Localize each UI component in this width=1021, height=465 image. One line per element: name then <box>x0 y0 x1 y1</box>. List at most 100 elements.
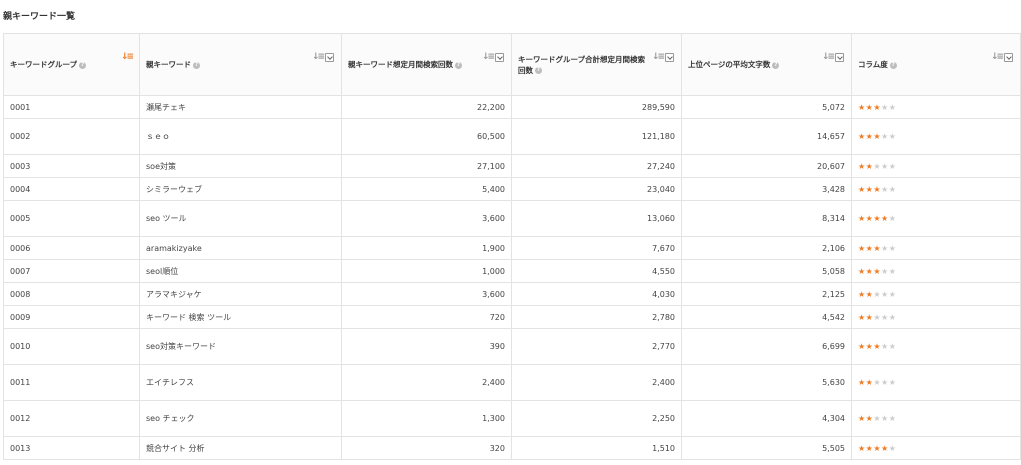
star-rating: ★★★★★ <box>858 162 896 171</box>
keyword-cell: soe対策 <box>139 154 342 178</box>
star-filled-icon: ★ <box>858 312 866 322</box>
table-row[interactable]: 0006 aramakizyake 1,900 7,670 2,106 ★★★★★ <box>3 236 1021 260</box>
group-cell: 0010 <box>3 328 140 365</box>
help-icon[interactable]: ? <box>772 61 780 69</box>
help-icon[interactable]: ? <box>535 67 542 74</box>
table-body: 0001 瀬尾チェキ 22,200 289,590 5,072 ★★★★★ 0002 ｓｅｏ 6… <box>3 95 1021 460</box>
column-header-label: 上位ページの平均文字数 <box>688 60 771 69</box>
avg-chars-cell: 8,314 <box>681 200 852 237</box>
sort-icon[interactable]: ↓≡ <box>652 53 665 62</box>
sort-icon[interactable]: ↓≡ <box>822 53 835 62</box>
group-cell: 0001 <box>3 95 140 119</box>
filter-dropdown-icon[interactable] <box>495 53 504 62</box>
table-row[interactable]: 0009 キーワード 検索 ツール 720 2,780 4,542 ★★★★★ <box>3 305 1021 329</box>
column-score-cell: ★★★★★ <box>851 259 1021 283</box>
table-row[interactable]: 0007 seol順位 1,000 4,550 5,058 ★★★★★ <box>3 259 1021 283</box>
group-cell: 0009 <box>3 305 140 329</box>
star-filled-icon: ★ <box>858 289 866 299</box>
filter-dropdown-icon[interactable] <box>325 53 334 62</box>
avg-chars-cell: 14,657 <box>681 118 852 155</box>
volume-cell: 2,400 <box>341 364 512 401</box>
group-volume-cell: 23,040 <box>511 177 682 201</box>
filter-dropdown-icon[interactable] <box>665 53 674 62</box>
volume-cell: 5,400 <box>341 177 512 201</box>
column-score-cell: ★★★★★ <box>851 305 1021 329</box>
volume-cell: 3,600 <box>341 282 512 306</box>
column-header-keyword[interactable]: 親キーワード? ↓≡ <box>139 33 342 96</box>
column-header-volume[interactable]: 親キーワード想定月間検索回数? ↓≡ <box>341 33 512 96</box>
avg-chars-cell: 6,699 <box>681 328 852 365</box>
sort-icon[interactable]: ↓≡ <box>482 53 495 62</box>
group-volume-cell: 7,670 <box>511 236 682 260</box>
keyword-cell: アラマキジャケ <box>139 282 342 306</box>
table-row[interactable]: 0011 エイチレフス 2,400 2,400 5,630 ★★★★★ <box>3 364 1021 401</box>
star-empty-icon: ★ <box>873 378 882 387</box>
star-rating: ★★★★★ <box>858 185 896 194</box>
star-empty-icon: ★ <box>888 378 897 387</box>
table-row[interactable]: 0012 seo チェック 1,300 2,250 4,304 ★★★★★ <box>3 400 1021 437</box>
star-rating: ★★★★★ <box>858 414 896 423</box>
column-header-label: キーワードグループ <box>10 60 78 69</box>
group-cell: 0008 <box>3 282 140 306</box>
avg-chars-cell: 4,542 <box>681 305 852 329</box>
keyword-cell: seol順位 <box>139 259 342 283</box>
sort-icon[interactable]: ↓≡ <box>991 53 1004 62</box>
star-empty-icon: ★ <box>873 414 882 423</box>
column-score-cell: ★★★★★ <box>851 118 1021 155</box>
column-score-cell: ★★★★★ <box>851 177 1021 201</box>
group-cell: 0012 <box>3 400 140 437</box>
column-header-group[interactable]: キーワードグループ? ↓≡ <box>3 33 140 96</box>
star-rating: ★★★★★ <box>858 267 896 276</box>
keyword-cell: aramakizyake <box>139 236 342 260</box>
star-empty-icon: ★ <box>888 184 897 194</box>
table-row[interactable]: 0002 ｓｅｏ 60,500 121,180 14,657 ★★★★★ <box>3 118 1021 155</box>
keyword-cell: seo チェック <box>139 400 342 437</box>
star-empty-icon: ★ <box>881 184 889 194</box>
star-empty-icon: ★ <box>881 414 889 423</box>
sort-active-icon[interactable]: ↓≡ <box>121 53 134 62</box>
star-filled-icon: ★ <box>873 243 882 253</box>
avg-chars-cell: 5,505 <box>681 436 852 460</box>
filter-dropdown-icon[interactable] <box>835 53 844 62</box>
star-empty-icon: ★ <box>873 161 882 171</box>
keyword-cell: seo ツール <box>139 200 342 237</box>
help-icon[interactable]: ? <box>455 61 462 69</box>
group-cell: 0007 <box>3 259 140 283</box>
group-volume-cell: 4,550 <box>511 259 682 283</box>
sort-icon[interactable]: ↓≡ <box>312 53 325 62</box>
table-row[interactable]: 0004 シミラーウェブ 5,400 23,040 3,428 ★★★★★ <box>3 177 1021 201</box>
table-row[interactable]: 0003 soe対策 27,100 27,240 20,607 ★★★★★ <box>3 154 1021 178</box>
help-icon[interactable]: ? <box>889 61 897 69</box>
page-title: 親キーワード一覧 <box>3 12 76 22</box>
volume-cell: 1,300 <box>341 400 512 437</box>
star-filled-icon: ★ <box>858 214 866 223</box>
table-row[interactable]: 0010 seo対策キーワード 390 2,770 6,699 ★★★★★ <box>3 328 1021 365</box>
star-empty-icon: ★ <box>888 443 897 453</box>
star-empty-icon: ★ <box>881 289 889 299</box>
star-empty-icon: ★ <box>888 161 897 171</box>
help-icon[interactable]: ? <box>79 61 87 69</box>
star-filled-icon: ★ <box>858 342 866 351</box>
help-icon[interactable]: ? <box>193 61 200 69</box>
keyword-table: キーワードグループ? ↓≡ 親キーワード? ↓≡ 親キーワード想定月間検索回数? ↓≡ キー… <box>3 33 1021 460</box>
volume-cell: 1,900 <box>341 236 512 260</box>
column-header-group-volume[interactable]: キーワードグループ合計想定月間検索回数? ↓≡ <box>511 33 682 96</box>
star-rating: ★★★★★ <box>858 342 896 351</box>
column-header-column-score[interactable]: コラム度? ↓≡ <box>851 33 1021 96</box>
table-row[interactable]: 0005 seo ツール 3,600 13,060 8,314 ★★★★★ <box>3 200 1021 237</box>
table-row[interactable]: 0013 競合サイト 分析 320 1,510 5,505 ★★★★★ <box>3 436 1021 460</box>
column-header-avg-chars[interactable]: 上位ページの平均文字数? ↓≡ <box>681 33 852 96</box>
table-row[interactable]: 0008 アラマキジャケ 3,600 4,030 2,125 ★★★★★ <box>3 282 1021 306</box>
star-filled-icon: ★ <box>858 243 866 253</box>
column-header-label: 親キーワード <box>146 60 191 69</box>
group-cell: 0003 <box>3 154 140 178</box>
group-cell: 0013 <box>3 436 140 460</box>
table-row[interactable]: 0001 瀬尾チェキ 22,200 289,590 5,072 ★★★★★ <box>3 95 1021 119</box>
star-empty-icon: ★ <box>881 266 889 276</box>
group-volume-cell: 13,060 <box>511 200 682 237</box>
star-empty-icon: ★ <box>888 132 897 141</box>
filter-dropdown-icon[interactable] <box>1004 53 1013 62</box>
volume-cell: 720 <box>341 305 512 329</box>
star-filled-icon: ★ <box>873 342 882 351</box>
avg-chars-cell: 5,072 <box>681 95 852 119</box>
